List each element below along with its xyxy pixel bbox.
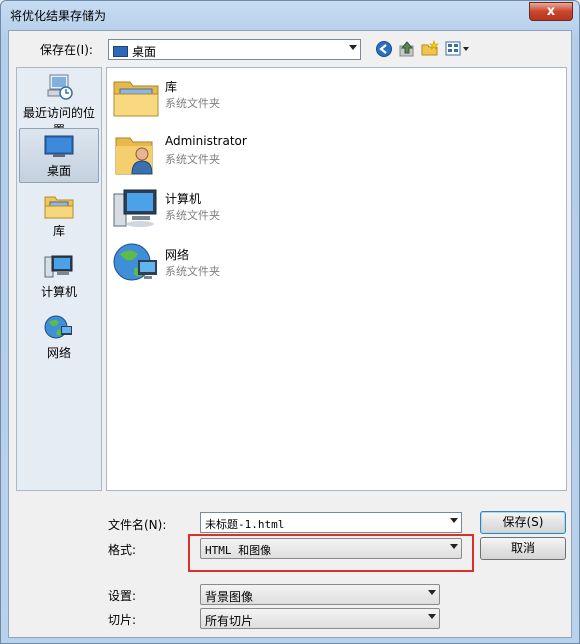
file-list[interactable]: 库 系统文件夹 Administrator 系统文件夹 计算机 系统文件夹 网络… [106, 67, 567, 491]
place-network[interactable]: 网络 [19, 314, 99, 364]
desktop-icon [44, 135, 74, 157]
network-icon [113, 243, 157, 281]
save-in-value: 桌面 [132, 45, 157, 59]
list-item[interactable]: 计算机 系统文件夹 [112, 186, 412, 236]
file-desc: 系统文件夹 [165, 97, 220, 110]
filename-field[interactable]: 未标题-1.html [200, 512, 462, 533]
settings-label: 设置: [108, 589, 137, 603]
place-label: 计算机 [40, 285, 77, 299]
chevron-down-icon [428, 614, 436, 619]
file-desc: 系统文件夹 [165, 265, 220, 278]
desktop-icon [113, 46, 128, 57]
place-label: 网络 [46, 346, 71, 360]
chevron-down-icon [349, 45, 357, 50]
list-item[interactable]: Administrator 系统文件夹 [112, 130, 412, 180]
place-label: 库 [52, 224, 65, 238]
filename-label: 文件名(N): [108, 518, 167, 532]
library-icon [44, 196, 74, 219]
place-library[interactable]: 库 [19, 192, 99, 242]
save-in-label: 保存在(I): [40, 43, 93, 57]
settings-value: 背景图像 [205, 590, 254, 604]
place-recent[interactable]: 最近访问的位置 [19, 72, 99, 137]
library-folder-icon [113, 81, 159, 117]
slices-label: 切片: [108, 613, 137, 627]
filename-value: 未标题-1.html [205, 518, 285, 531]
file-name: 库 [165, 80, 178, 94]
back-icon[interactable] [375, 40, 393, 58]
up-folder-icon[interactable] [398, 40, 416, 58]
place-desktop[interactable]: 桌面 [19, 128, 99, 183]
slices-dropdown[interactable]: 所有切片 [200, 608, 440, 629]
list-item[interactable]: 库 系统文件夹 [112, 74, 412, 124]
close-button[interactable]: x [529, 2, 573, 21]
computer-icon [44, 255, 73, 278]
chevron-down-icon [428, 590, 436, 595]
file-desc: 系统文件夹 [165, 153, 220, 166]
file-desc: 系统文件夹 [165, 209, 220, 222]
file-name: Administrator [165, 134, 247, 148]
window-title: 将优化结果存储为 [10, 9, 107, 23]
computer-icon [113, 189, 157, 227]
view-menu-icon[interactable] [445, 40, 471, 58]
user-folder-icon [115, 137, 153, 175]
cancel-button[interactable]: 取消 [480, 537, 566, 560]
title-bar[interactable]: 将优化结果存储为 x [1, 1, 579, 29]
save-button[interactable]: 保存(S) [480, 511, 566, 534]
list-item[interactable]: 网络 系统文件夹 [112, 242, 412, 292]
format-label: 格式: [108, 543, 137, 557]
settings-dropdown[interactable]: 背景图像 [200, 584, 440, 605]
place-label: 桌面 [46, 164, 71, 178]
network-icon [44, 315, 72, 339]
chevron-down-icon [450, 518, 458, 523]
file-name: 计算机 [165, 192, 202, 206]
places-bar: 最近访问的位置 桌面 库 [16, 67, 102, 491]
recent-places-icon [47, 74, 73, 100]
file-name: 网络 [165, 248, 190, 262]
save-in-dropdown[interactable]: 桌面 [108, 39, 361, 60]
new-folder-icon[interactable] [421, 40, 439, 58]
place-computer[interactable]: 计算机 [19, 253, 99, 303]
slices-value: 所有切片 [205, 614, 254, 628]
highlight-box [188, 534, 474, 572]
save-dialog: 将优化结果存储为 x 保存在(I): 桌面 最近访问的位 桌面 库 计算机 网络… [0, 0, 580, 644]
